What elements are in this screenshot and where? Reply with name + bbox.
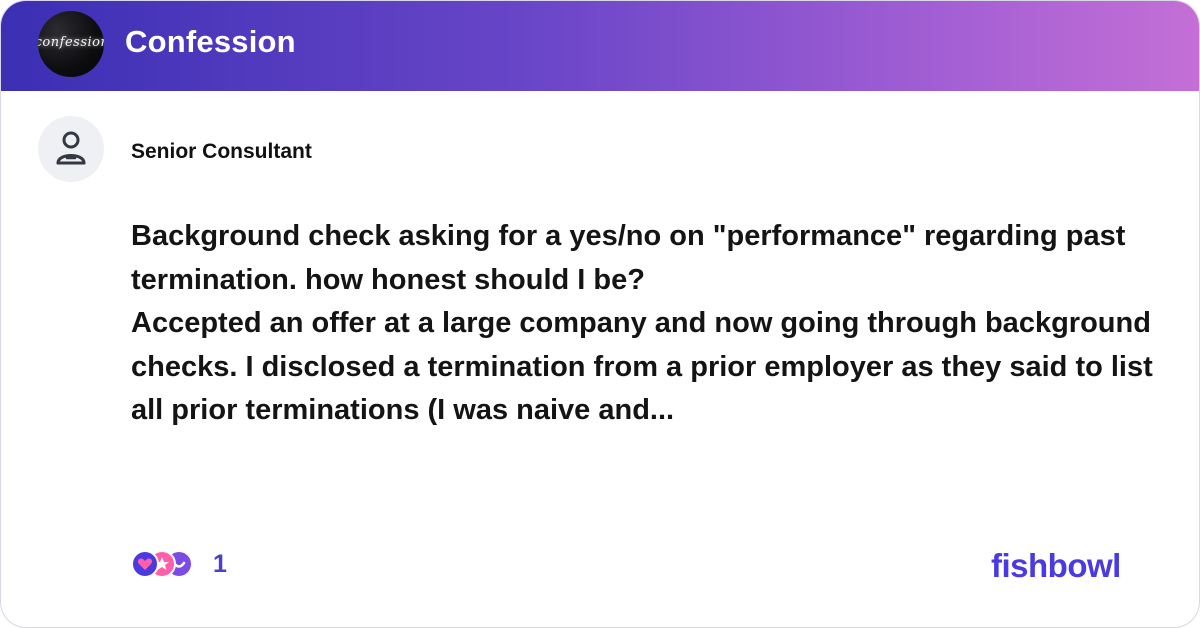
avatar[interactable] [38,116,104,182]
heart-reaction-icon [131,550,159,578]
post-card[interactable]: confession Confession Senior Consultant … [0,0,1200,628]
bowl-header: confession Confession [1,1,1199,91]
reaction-count[interactable]: 1 [213,550,227,579]
bowl-name[interactable]: Confession [125,24,296,60]
fishbowl-logo[interactable]: fishbowl [991,547,1121,585]
person-icon [56,131,86,165]
post-body: Accepted an offer at a large company and… [131,307,1153,426]
post-title: Background check asking for a yes/no on … [131,220,1126,296]
post-content[interactable]: Background check asking for a yes/no on … [131,215,1181,433]
reactions-group[interactable] [131,550,201,582]
bowl-logo-text: confession [38,35,104,50]
bowl-logo[interactable]: confession [38,11,104,77]
author-title[interactable]: Senior Consultant [131,140,312,164]
